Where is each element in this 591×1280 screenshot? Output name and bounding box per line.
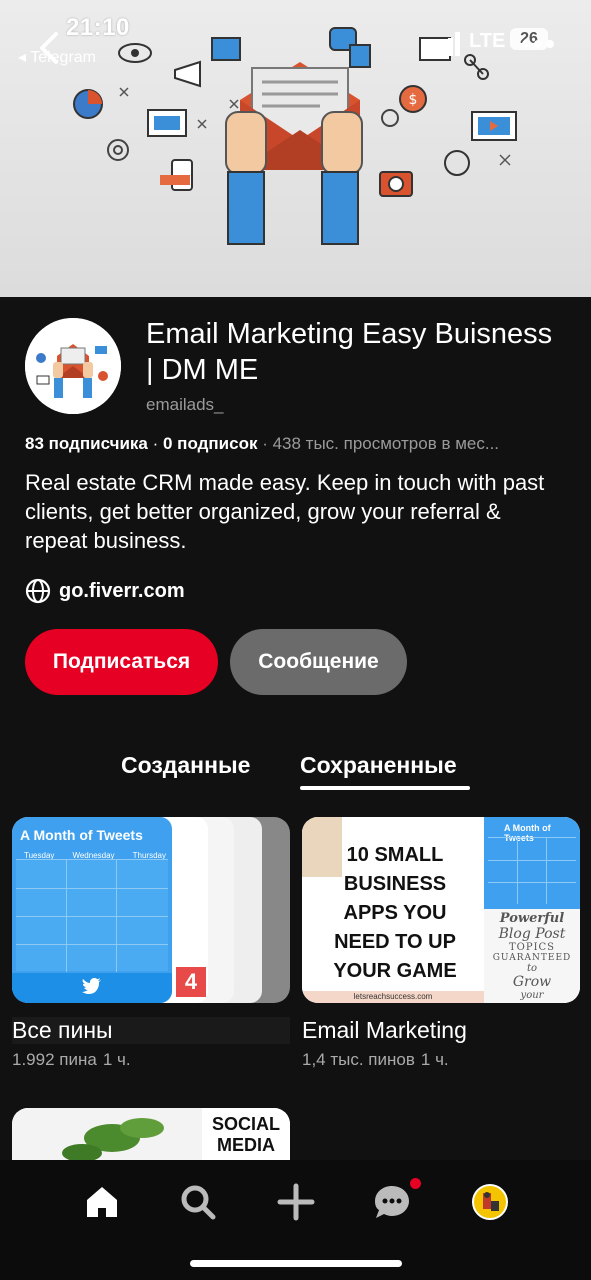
social-media-line: MEDIA — [217, 1135, 275, 1155]
chat-icon — [375, 1186, 409, 1218]
profile-stats: 83 подписчика · 0 подписок · 438 тыс. пр… — [25, 434, 500, 453]
tweets-calendar: A Month of Tweets Tuesday Wednesday Thur… — [12, 817, 172, 1003]
status-time: 21:10 — [66, 14, 130, 41]
follow-button[interactable]: Подписаться — [25, 629, 218, 695]
plus-icon — [277, 1183, 315, 1221]
home-icon — [87, 1187, 117, 1217]
pin-preview-side-column: A Month of Tweets Powerful Blog Post TOP… — [484, 817, 580, 1003]
board-updated-time: 1 ч. — [102, 1050, 131, 1069]
pin-preview-site: letsreachsuccess.com — [302, 991, 484, 1003]
nav-profile[interactable] — [464, 1176, 516, 1228]
back-arrow-icon[interactable] — [34, 30, 64, 66]
tweets-calendar-mini: A Month of Tweets — [484, 817, 580, 909]
nav-search[interactable] — [172, 1176, 224, 1228]
tab-saved[interactable]: Сохраненные — [300, 752, 457, 779]
blog-post-topics-pin: Powerful Blog Post TOPICS GUARANTEED to … — [484, 909, 580, 1003]
board-preview-all-pins: 4 A Month of Tweets Tuesday Wednesday Th… — [12, 817, 290, 1003]
plant-photo — [12, 1108, 202, 1168]
profile-handle: emailads_ — [146, 395, 224, 414]
board-card-partial[interactable]: SOCIAL MEDIA — [12, 1108, 290, 1168]
board-pin-count: 1.992 пина — [12, 1050, 97, 1069]
avatar-illustration — [25, 318, 121, 414]
pin-preview-text: 10 SMALL BUSINESS APPS YOU NEED TO UP YO… — [333, 844, 457, 982]
following-count[interactable]: 0 подписок — [163, 434, 257, 453]
tweets-calendar-title: A Month of Tweets — [20, 827, 143, 843]
active-tab-indicator — [300, 786, 470, 790]
pin-preview-number: 4 — [176, 967, 206, 997]
social-media-line: SOCIAL — [211, 1114, 280, 1134]
profile-bio: Real estate CRM made easy. Keep in touch… — [25, 470, 545, 553]
board-pin-count: 1,4 тыс. пинов — [302, 1050, 415, 1069]
board-meta: 1,4 тыс. пинов 1 ч. — [302, 1050, 580, 1070]
nav-create[interactable] — [270, 1176, 322, 1228]
message-button[interactable]: Сообщение — [230, 629, 407, 695]
profile-name: Email Marketing Easy Buisness | DM ME — [146, 318, 553, 386]
tab-created[interactable]: Созданные — [121, 752, 250, 779]
blog-pin-line: to — [526, 963, 538, 974]
nav-messages[interactable] — [366, 1176, 421, 1228]
board-title: Все пины — [12, 1017, 290, 1044]
social-media-pin: SOCIAL MEDIA — [202, 1108, 290, 1168]
followers-count[interactable]: 83 подписчика — [25, 434, 148, 453]
search-icon — [181, 1185, 216, 1220]
website-link[interactable]: go.fiverr.com — [25, 578, 185, 604]
tweets-calendar-days: Tuesday Wednesday Thursday — [12, 843, 172, 860]
board-preview-email-marketing: 10 SMALL BUSINESS APPS YOU NEED TO UP YO… — [302, 817, 580, 1003]
blog-pin-line: TOPICS — [508, 942, 556, 953]
profile-avatar-icon — [472, 1184, 508, 1220]
more-options-icon[interactable] — [520, 38, 556, 50]
pin-preview-tweets: A Month of Tweets Tuesday Wednesday Thur… — [12, 817, 172, 1003]
home-indicator — [190, 1260, 402, 1267]
blog-pin-line: Blog Post — [498, 926, 566, 942]
signal-icon — [434, 32, 460, 56]
network-label: LTE — [469, 30, 506, 52]
board-meta: 1.992 пина 1 ч. — [12, 1050, 290, 1070]
blog-pin-line: GUARANTEED — [492, 953, 572, 963]
website-label: go.fiverr.com — [59, 579, 185, 602]
board-title: Email Marketing — [302, 1017, 467, 1043]
svg-text:$: $ — [409, 92, 418, 108]
monthly-views: 438 тыс. просмотров в мес... — [272, 434, 500, 453]
pin-preview-small-business-apps: 10 SMALL BUSINESS APPS YOU NEED TO UP YO… — [302, 817, 484, 1003]
profile-avatar[interactable] — [25, 318, 121, 414]
board-updated-time: 1 ч. — [420, 1050, 449, 1069]
nav-home[interactable] — [76, 1176, 128, 1228]
blog-pin-line: your — [520, 990, 544, 1001]
status-bar: 21:10 ◂ Telegram LTE 26 — [0, 0, 591, 70]
board-card-email-marketing[interactable]: 10 SMALL BUSINESS APPS YOU NEED TO UP YO… — [302, 817, 580, 1070]
plant-leaves-image — [62, 1118, 164, 1162]
tweets-calendar-grid — [16, 859, 168, 972]
board-card-all-pins[interactable]: 4 A Month of Tweets Tuesday Wednesday Th… — [12, 817, 290, 1070]
globe-icon — [25, 578, 51, 604]
twitter-icon — [82, 978, 101, 994]
blog-pin-line: Grow — [512, 974, 552, 990]
notification-dot — [410, 1178, 421, 1189]
blog-pin-line: Powerful — [499, 911, 565, 926]
